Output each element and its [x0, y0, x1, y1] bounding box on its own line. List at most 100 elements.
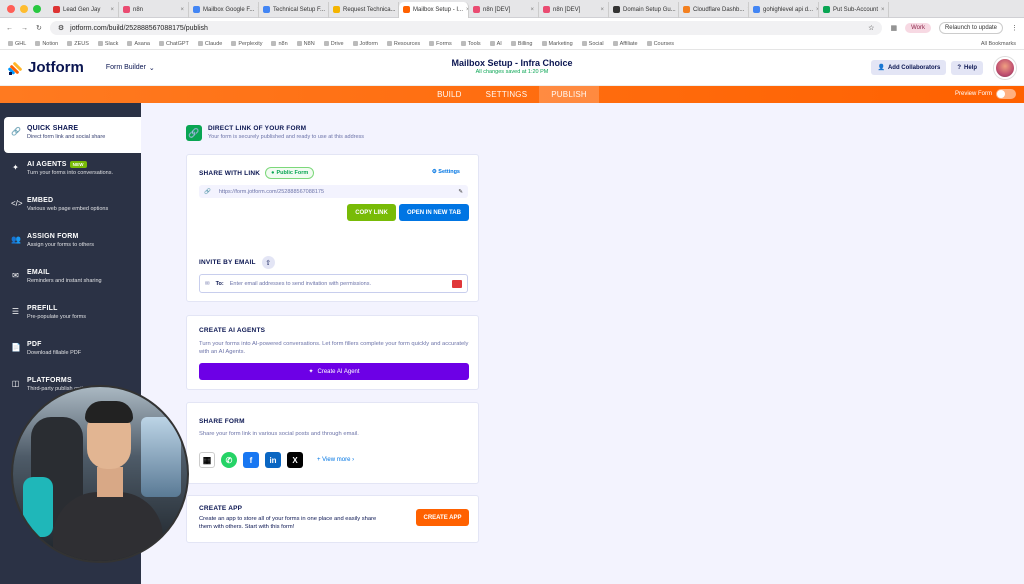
link-settings-button[interactable]: ⚙ Settings [432, 169, 460, 175]
avatar[interactable] [994, 56, 1016, 79]
window-controls[interactable] [0, 4, 49, 13]
bookmark-icon [352, 41, 358, 46]
x-icon[interactable]: X [287, 452, 303, 468]
bookmark-item[interactable]: Resources [386, 40, 421, 47]
bookmark-item[interactable]: Notion [35, 41, 58, 47]
qr-code-icon[interactable]: ▦ [199, 452, 215, 468]
bookmark-label: Notion [42, 40, 59, 47]
browser-tab[interactable]: Put Sub-Account × [819, 1, 889, 18]
bookmark-label: Resources [393, 40, 421, 47]
browser-tab[interactable]: Mailbox Setup - I...× [399, 1, 469, 18]
bookmark-item[interactable]: AI [489, 40, 502, 47]
form-builder-label: Form Builder [105, 64, 146, 71]
bookmark-item[interactable]: Billing [510, 41, 533, 47]
bookmark-item[interactable]: Jotform [352, 41, 378, 47]
browser-tab[interactable]: n8n [DEV] × [469, 1, 539, 18]
menu-icon[interactable]: ⋮ [1011, 24, 1018, 32]
bookmark-item[interactable]: GHL [8, 41, 26, 47]
pencil-icon[interactable]: ✎ [458, 189, 463, 195]
browser-tab[interactable]: Cloudflare Dashb...× [679, 1, 749, 18]
linkedin-icon[interactable]: in [265, 452, 281, 468]
browser-tab[interactable]: Mailbox Google F...× [189, 1, 259, 18]
view-more-link[interactable]: + View more › [317, 457, 354, 463]
bookmark-star-icon[interactable]: ☆ [868, 24, 874, 32]
sidebar-item-pdf[interactable]: 📄 PDF Download fillable PDF [0, 333, 141, 369]
public-form-badge[interactable]: ● Public Form [265, 167, 315, 179]
all-bookmarks-button[interactable]: All Bookmarks [981, 41, 1016, 47]
open-new-tab-button[interactable]: OPEN IN NEW TAB [399, 204, 469, 221]
bookmark-item[interactable]: Courses [646, 41, 674, 47]
share-form-heading: SHARE FORM [199, 418, 245, 425]
sidebar-item-desc: Download fillable PDF [27, 350, 82, 356]
browser-tab[interactable]: n8n × [119, 1, 189, 18]
sidebar-item-ai-agents[interactable]: ✦ AI AGENTS NEW Turn your forms into conver… [0, 153, 141, 189]
share-form-description: Share your form link in various social p… [199, 431, 359, 437]
browser-tab[interactable]: Request Technica...× [329, 1, 399, 18]
sidebar-item-prefill[interactable]: ☰ PREFILL Pre-populate your forms [0, 297, 141, 333]
bookmark-item[interactable]: Forms [429, 41, 452, 47]
create-ai-agent-button[interactable]: ✦ Create AI Agent [199, 363, 469, 380]
form-url-field[interactable]: 🔗 https://form.jotform.com/2528885670881… [199, 185, 468, 198]
whatsapp-icon[interactable]: ✆ [221, 452, 237, 468]
close-icon[interactable]: × [530, 7, 534, 13]
upload-icon[interactable]: ⇧ [261, 256, 275, 269]
bookmark-item[interactable]: Drive [323, 41, 344, 47]
back-icon[interactable]: ← [6, 25, 13, 32]
sidebar-item-email[interactable]: ✉ EMAIL Reminders and instant sharing [0, 261, 141, 297]
browser-tab[interactable]: Domain Setup Gu...× [609, 1, 679, 18]
bookmark-item[interactable]: Social [581, 41, 604, 47]
help-button[interactable]: ? Help [951, 60, 983, 75]
copy-link-button[interactable]: COPY LINK [347, 204, 396, 221]
bookmark-item[interactable]: N8N [296, 41, 315, 47]
bookmark-label: AI [496, 40, 502, 47]
site-info-icon[interactable]: ⚙ [58, 24, 64, 32]
url-input[interactable]: ⚙ jotform.com/build/252888567088175/publ… [49, 21, 883, 35]
browser-tab[interactable]: Technical Setup F...× [259, 1, 329, 18]
bookmark-item[interactable]: Slack [97, 41, 118, 47]
jotform-logo[interactable]: Jotform [8, 59, 84, 76]
extensions-icon[interactable]: ▦ [890, 24, 897, 32]
tab-build[interactable]: BUILD [425, 86, 474, 103]
create-app-button[interactable]: CREATE APP [416, 509, 469, 526]
sidebar-item-title: EMBED [27, 197, 54, 204]
sidebar-item-embed[interactable]: </> EMBED Various web page embed options [0, 189, 141, 225]
bookmark-item[interactable]: Affiliate [612, 41, 638, 47]
sidebar-item-quick-share[interactable]: 🔗 QUICK SHARE Direct form link and social … [4, 117, 141, 153]
close-icon[interactable]: × [180, 7, 184, 13]
preview-form-toggle[interactable] [996, 89, 1016, 99]
forward-icon[interactable]: → [21, 25, 28, 32]
facebook-icon[interactable]: f [243, 452, 259, 468]
browser-tab[interactable]: n8n [DEV] × [539, 1, 609, 18]
close-icon[interactable]: × [881, 7, 885, 13]
close-icon[interactable]: × [110, 7, 114, 13]
close-icon[interactable]: × [600, 7, 604, 13]
sidebar-item-assign-form[interactable]: 👥 ASSIGN FORM Assign your forms to others [0, 225, 141, 261]
relaunch-button[interactable]: Relaunch to update [938, 22, 1003, 34]
users-icon: 👥 [11, 235, 21, 244]
contacts-icon[interactable] [452, 279, 462, 288]
bookmark-item[interactable]: Marketing [541, 41, 573, 47]
ai-agents-card: CREATE AI AGENTS Turn your forms into AI… [186, 315, 479, 390]
browser-tab[interactable]: gohighlevel api d...× [749, 1, 819, 18]
bookmark-item[interactable]: Asana [127, 41, 150, 47]
publish-main: 🔗 DIRECT LINK OF YOUR FORM Your form is … [141, 103, 1024, 584]
browser-tab[interactable]: Lead Gen Jay × [49, 1, 119, 18]
sidebar-item-desc: Turn your forms into conversations. [27, 170, 113, 176]
bookmark-item[interactable]: Tools [460, 41, 481, 47]
tab-publish[interactable]: PUBLISH [539, 86, 599, 103]
form-builder-dropdown[interactable]: Form Builder ⌄ [106, 64, 155, 72]
invite-email-input[interactable]: ✉ To: Enter email addresses to send invi… [199, 274, 468, 293]
bookmark-item[interactable]: Claude [197, 41, 222, 47]
sidebar-item-title: ASSIGN FORM [27, 233, 79, 240]
bookmark-item[interactable]: n8n [271, 41, 288, 47]
reload-icon[interactable]: ↻ [36, 24, 42, 32]
add-collaborators-button[interactable]: 👤 Add Collaborators [871, 60, 947, 75]
create-app-card: CREATE APP Create an app to store all of… [186, 495, 479, 543]
bookmark-item[interactable]: ZEUS [67, 41, 89, 47]
bookmark-item[interactable]: ChatGPT [158, 41, 189, 47]
profile-button[interactable]: Work [905, 23, 931, 33]
tab-settings[interactable]: SETTINGS [474, 86, 540, 103]
bookmark-item[interactable]: Perplexity [231, 41, 262, 47]
favicon-icon [473, 6, 480, 13]
bookmark-icon [541, 41, 547, 46]
